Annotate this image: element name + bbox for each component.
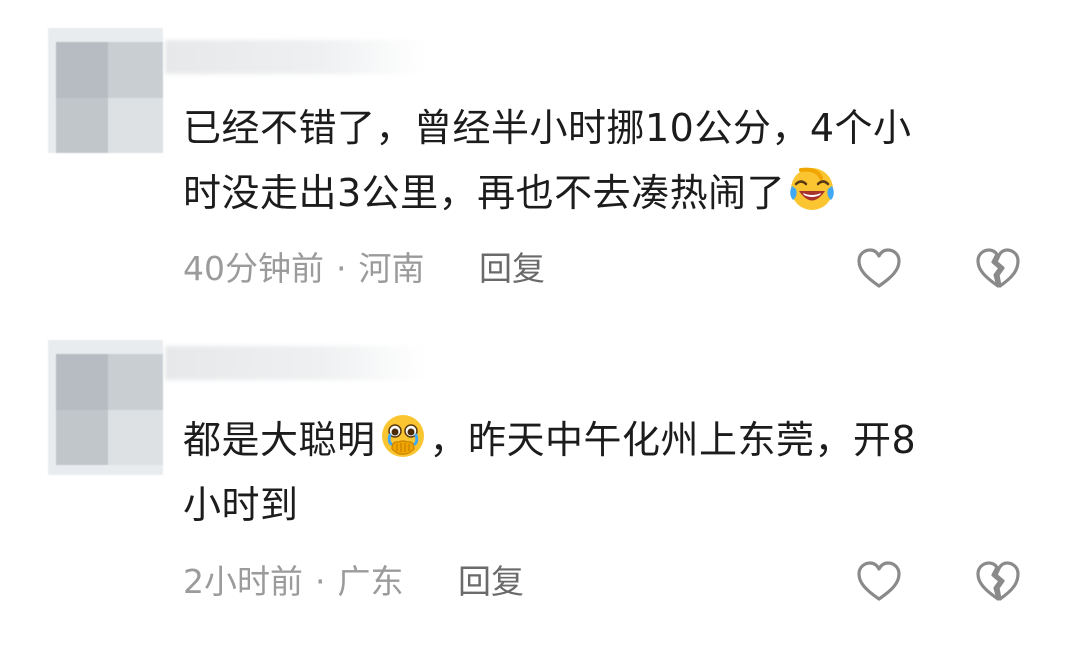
comment-location: 河南 bbox=[358, 249, 425, 288]
comment-location: 广东 bbox=[337, 562, 404, 601]
laughing-crying-face-icon bbox=[790, 167, 834, 210]
comment-text-line1: 已经不错了，曾经半小时挪10公分，4个小 bbox=[183, 106, 912, 150]
heart-icon[interactable] bbox=[854, 244, 904, 294]
comment-text: 已经不错了，曾经半小时挪10公分，4个小 时没走出3公里，再也不去凑热闹了 bbox=[183, 96, 1043, 226]
reply-button[interactable]: 回复 bbox=[479, 247, 545, 291]
comment-text-line1-end: ，昨天中午化州上东莞，开8 bbox=[429, 418, 917, 462]
comment-text-line2: 时没走出3公里，再也不去凑热闹了 bbox=[183, 171, 786, 215]
broken-heart-icon[interactable] bbox=[973, 244, 1023, 294]
comment-time: 2小时前 bbox=[183, 562, 303, 601]
comment-text-line2: 小时到 bbox=[183, 483, 299, 527]
holding-back-tears-face-icon bbox=[381, 415, 424, 457]
nickname-redacted bbox=[165, 40, 425, 74]
broken-heart-icon[interactable] bbox=[973, 557, 1023, 607]
comment-meta: 40分钟前 · 河南 回复 bbox=[183, 247, 545, 291]
meta-separator: · bbox=[336, 249, 347, 288]
comment-time: 40分钟前 bbox=[183, 249, 324, 288]
comment-text-line1-start: 都是大聪明 bbox=[183, 418, 376, 462]
avatar[interactable] bbox=[48, 340, 163, 475]
reply-button[interactable]: 回复 bbox=[458, 560, 524, 604]
comment-item: 都是大聪明 ，昨天中午化州上东莞，开8 小时到 2小时前 · 广东 回复 bbox=[0, 320, 1080, 650]
nickname-redacted bbox=[165, 346, 425, 380]
heart-icon[interactable] bbox=[854, 557, 904, 607]
avatar[interactable] bbox=[48, 28, 163, 153]
comment-text: 都是大聪明 ，昨天中午化州上东莞，开8 小时到 bbox=[183, 408, 1043, 538]
comment-meta: 2小时前 · 广东 回复 bbox=[183, 560, 524, 604]
comment-item: 已经不错了，曾经半小时挪10公分，4个小 时没走出3公里，再也不去凑热闹了 40分… bbox=[0, 0, 1080, 320]
meta-separator: · bbox=[315, 562, 326, 601]
